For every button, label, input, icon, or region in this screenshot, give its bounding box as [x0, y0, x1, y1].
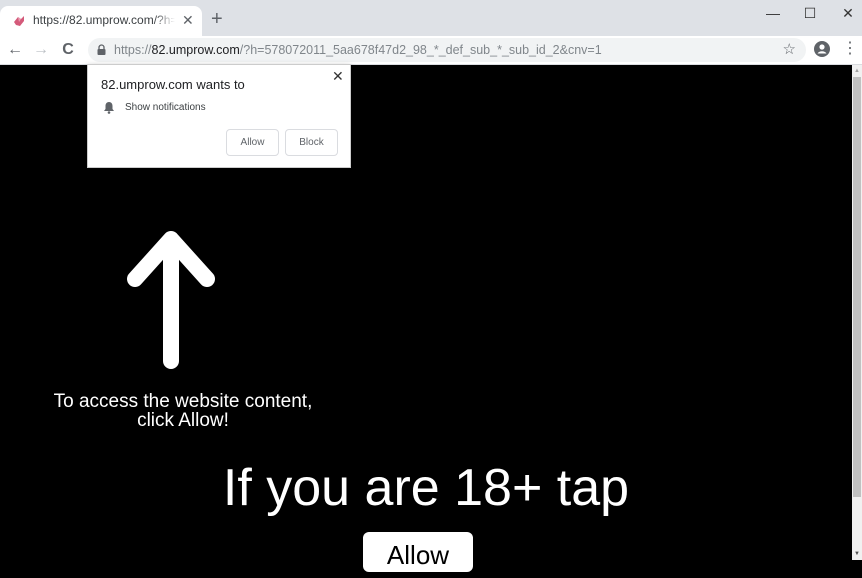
bookmark-star-icon[interactable]: ☆	[783, 40, 796, 58]
url-text: https://82.umprow.com/?h=578072011_5aa67…	[114, 43, 602, 57]
window-close-icon[interactable]: ✕	[833, 3, 862, 23]
vertical-scrollbar[interactable]: ▲ ▼	[852, 65, 862, 560]
popup-allow-button[interactable]: Allow	[226, 129, 279, 156]
scroll-thumb[interactable]	[853, 77, 861, 497]
puzzle-favicon-icon	[14, 16, 24, 26]
new-tab-button[interactable]: +	[211, 9, 223, 29]
profile-avatar-icon[interactable]	[814, 41, 830, 57]
tab-close-icon[interactable]: ✕	[182, 12, 194, 28]
back-icon[interactable]: ←	[4, 39, 26, 61]
instruction-line-1: To access the website content,	[53, 391, 313, 412]
url-host: 82.umprow.com	[151, 43, 240, 57]
browser-menu-icon[interactable]: ⋮	[842, 40, 858, 58]
maximize-icon[interactable]: ☐	[795, 3, 825, 23]
popup-close-icon[interactable]: ✕	[332, 68, 344, 85]
popup-title: 82.umprow.com wants to	[101, 77, 245, 92]
page-allow-button[interactable]: Allow	[363, 532, 473, 572]
age-headline: If you are 18+ tap	[222, 459, 630, 517]
up-arrow-icon	[127, 231, 215, 369]
popup-block-button[interactable]: Block	[285, 129, 338, 156]
scroll-up-arrow-icon[interactable]: ▲	[852, 65, 862, 77]
minimize-icon[interactable]: —	[758, 3, 788, 23]
reload-icon[interactable]: C	[57, 39, 79, 61]
notification-permission-popup: 82.umprow.com wants to ✕ Show notificati…	[87, 64, 351, 168]
forward-icon[interactable]: →	[30, 39, 52, 61]
instruction-text: To access the website content, click All…	[40, 392, 326, 430]
address-bar[interactable]: https://82.umprow.com/?h=578072011_5aa67…	[88, 38, 806, 62]
lock-icon	[97, 44, 106, 55]
browser-toolbar: ← → C https://82.umprow.com/?h=578072011…	[0, 36, 862, 65]
bell-icon	[104, 102, 114, 114]
scroll-down-arrow-icon[interactable]: ▼	[852, 548, 862, 560]
url-path: /?h=578072011_5aa678f47d2_98_*_def_sub_*…	[239, 43, 602, 57]
permission-label: Show notifications	[125, 102, 206, 113]
instruction-line-2: click Allow!	[137, 410, 229, 431]
browser-titlebar: https://82.umprow.com/?h=5780 ✕ + — ☐ ✕	[0, 0, 862, 36]
tab-title: https://82.umprow.com/?h=5780	[33, 13, 175, 27]
browser-tab[interactable]: https://82.umprow.com/?h=5780 ✕	[0, 6, 202, 36]
url-scheme: https://	[114, 43, 152, 57]
